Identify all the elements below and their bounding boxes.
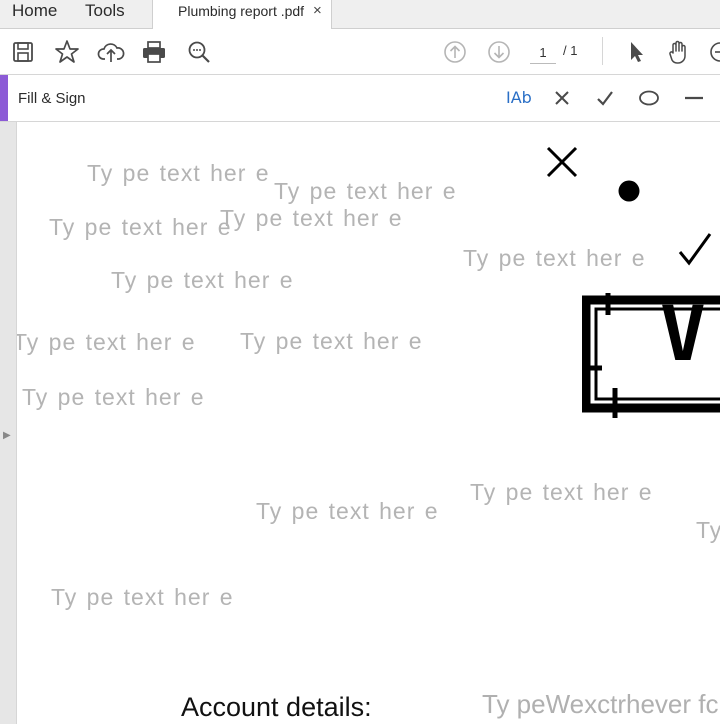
text-field[interactable]: Ty pe text her e (256, 498, 439, 525)
bookmark-star-icon[interactable] (53, 38, 81, 66)
tab-title: Plumbing report .pdf (178, 3, 305, 19)
fill-sign-title: Fill & Sign (18, 90, 86, 107)
check-mark-icon[interactable] (594, 86, 616, 110)
page-down-icon[interactable] (485, 38, 513, 66)
text-field[interactable]: Ty pe text her e (87, 160, 270, 187)
text-field[interactable]: Ty pe text her e (463, 245, 646, 272)
page-up-icon[interactable] (441, 38, 469, 66)
text-field[interactable]: Ty pe text her e (49, 214, 232, 241)
document-page[interactable]: Ty pe text her e Ty pe text her e Ty pe … (17, 122, 720, 724)
home-menu[interactable]: Home (12, 0, 57, 28)
line-icon[interactable] (682, 86, 706, 110)
text-field[interactable]: Ty pe text her e (220, 205, 403, 232)
circle-icon[interactable] (637, 86, 661, 110)
expand-panel-icon[interactable]: ▶ (3, 430, 11, 441)
text-field[interactable]: Ty pe text her e (17, 329, 196, 356)
select-pointer-icon[interactable] (622, 38, 650, 66)
upload-cloud-icon[interactable] (97, 38, 125, 66)
stamp-letter: V (660, 293, 706, 378)
page-number-input[interactable] (530, 41, 556, 64)
zoom-out-icon[interactable] (706, 38, 720, 66)
fill-sign-bar: Fill & Sign IAb (0, 75, 720, 122)
text-field[interactable]: Ty pe text her e (274, 178, 457, 205)
page-total: / 1 (563, 43, 578, 58)
fill-sign-accent (0, 75, 8, 121)
check-mark[interactable] (677, 230, 713, 273)
toolbar: / 1 (0, 29, 720, 75)
tools-menu[interactable]: Tools (85, 0, 125, 28)
hand-tool-icon[interactable] (665, 38, 693, 66)
document-tab[interactable]: Plumbing report .pdf × (152, 0, 332, 29)
zoom-search-icon[interactable] (185, 38, 213, 66)
text-field[interactable]: Ty pe text her e (22, 384, 205, 411)
print-icon[interactable] (140, 38, 168, 66)
text-field[interactable]: Ty pe text her e (51, 584, 234, 611)
close-icon[interactable]: × (313, 2, 322, 19)
menu-bar: Home Tools Plumbing report .pdf × (0, 0, 720, 29)
text-field[interactable]: Ty pe text her e (470, 479, 653, 506)
save-icon[interactable] (9, 38, 37, 66)
text-field[interactable]: Ty (696, 517, 720, 544)
add-text-icon[interactable]: IAb (506, 88, 532, 107)
left-panel-rail[interactable]: ▶ (0, 122, 17, 724)
cross-mark[interactable] (545, 145, 579, 184)
dot-mark[interactable] (617, 179, 641, 208)
stamp-box[interactable]: V (572, 289, 720, 418)
overlapping-text-field[interactable]: Ty peWexctrhever fcpc (482, 689, 720, 720)
text-field[interactable]: Ty pe text her e (111, 267, 294, 294)
text-field[interactable]: Ty pe text her e (240, 328, 423, 355)
cross-mark-icon[interactable] (551, 86, 573, 110)
account-details-label: Account details: (181, 692, 372, 722)
toolbar-divider (602, 37, 603, 65)
